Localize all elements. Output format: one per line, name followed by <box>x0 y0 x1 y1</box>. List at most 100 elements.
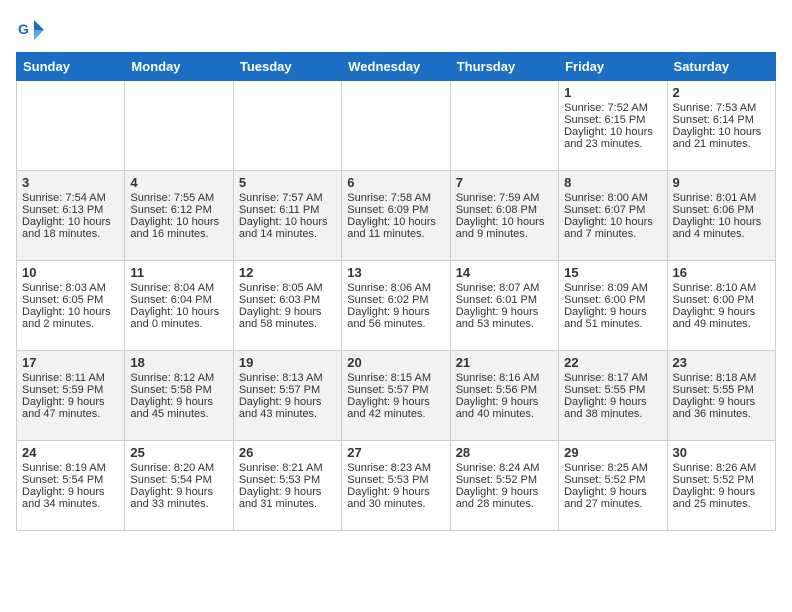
calendar-cell: 13Sunrise: 8:06 AMSunset: 6:02 PMDayligh… <box>342 261 450 351</box>
day-info: Daylight: 9 hours <box>564 306 661 318</box>
day-info: Sunrise: 8:15 AM <box>347 372 444 384</box>
day-number: 21 <box>456 355 553 370</box>
day-info: Daylight: 9 hours <box>564 486 661 498</box>
day-info: Daylight: 9 hours <box>239 306 336 318</box>
day-number: 27 <box>347 445 444 460</box>
day-info: and 31 minutes. <box>239 498 336 510</box>
day-info: and 27 minutes. <box>564 498 661 510</box>
day-info: Sunrise: 8:04 AM <box>130 282 227 294</box>
calendar-cell: 7Sunrise: 7:59 AMSunset: 6:08 PMDaylight… <box>450 171 558 261</box>
day-info: Sunrise: 7:53 AM <box>673 102 770 114</box>
calendar-cell: 20Sunrise: 8:15 AMSunset: 5:57 PMDayligh… <box>342 351 450 441</box>
day-info: Sunrise: 7:57 AM <box>239 192 336 204</box>
day-number: 17 <box>22 355 119 370</box>
day-info: Sunrise: 8:06 AM <box>347 282 444 294</box>
day-number: 23 <box>673 355 770 370</box>
day-info: Sunset: 5:57 PM <box>239 384 336 396</box>
day-info: Sunset: 6:08 PM <box>456 204 553 216</box>
calendar-cell: 23Sunrise: 8:18 AMSunset: 5:55 PMDayligh… <box>667 351 775 441</box>
day-info: and 36 minutes. <box>673 408 770 420</box>
day-number: 15 <box>564 265 661 280</box>
day-info: Sunrise: 7:54 AM <box>22 192 119 204</box>
day-info: Sunset: 6:09 PM <box>347 204 444 216</box>
day-info: Daylight: 9 hours <box>673 306 770 318</box>
day-number: 12 <box>239 265 336 280</box>
day-number: 19 <box>239 355 336 370</box>
calendar-table: SundayMondayTuesdayWednesdayThursdayFrid… <box>16 52 776 531</box>
day-info: and 45 minutes. <box>130 408 227 420</box>
day-info: and 42 minutes. <box>347 408 444 420</box>
calendar-cell: 29Sunrise: 8:25 AMSunset: 5:52 PMDayligh… <box>559 441 667 531</box>
day-info: Daylight: 9 hours <box>347 306 444 318</box>
header-thursday: Thursday <box>450 53 558 81</box>
page-header: G <box>16 16 776 44</box>
day-number: 1 <box>564 85 661 100</box>
day-info: Sunrise: 8:20 AM <box>130 462 227 474</box>
calendar-cell: 19Sunrise: 8:13 AMSunset: 5:57 PMDayligh… <box>233 351 341 441</box>
day-info: Sunset: 6:00 PM <box>564 294 661 306</box>
day-info: Sunrise: 7:52 AM <box>564 102 661 114</box>
calendar-week-row: 24Sunrise: 8:19 AMSunset: 5:54 PMDayligh… <box>17 441 776 531</box>
day-info: Sunrise: 8:01 AM <box>673 192 770 204</box>
calendar-cell: 25Sunrise: 8:20 AMSunset: 5:54 PMDayligh… <box>125 441 233 531</box>
day-info: Sunset: 5:52 PM <box>564 474 661 486</box>
day-info: Sunrise: 8:07 AM <box>456 282 553 294</box>
day-info: Daylight: 10 hours <box>239 216 336 228</box>
day-info: and 47 minutes. <box>22 408 119 420</box>
day-info: Sunset: 6:11 PM <box>239 204 336 216</box>
day-info: Sunrise: 8:13 AM <box>239 372 336 384</box>
calendar-cell: 1Sunrise: 7:52 AMSunset: 6:15 PMDaylight… <box>559 81 667 171</box>
day-info: Daylight: 9 hours <box>130 486 227 498</box>
day-info: Sunrise: 8:26 AM <box>673 462 770 474</box>
day-info: and 14 minutes. <box>239 228 336 240</box>
day-number: 30 <box>673 445 770 460</box>
day-info: Sunset: 5:52 PM <box>673 474 770 486</box>
day-info: Sunset: 6:01 PM <box>456 294 553 306</box>
day-info: Daylight: 10 hours <box>564 216 661 228</box>
day-info: Sunrise: 8:12 AM <box>130 372 227 384</box>
day-number: 24 <box>22 445 119 460</box>
day-info: and 49 minutes. <box>673 318 770 330</box>
day-info: Sunrise: 8:24 AM <box>456 462 553 474</box>
day-info: Daylight: 9 hours <box>347 396 444 408</box>
header-monday: Monday <box>125 53 233 81</box>
day-info: Sunrise: 7:58 AM <box>347 192 444 204</box>
calendar-cell <box>233 81 341 171</box>
day-info: Sunset: 5:59 PM <box>22 384 119 396</box>
day-info: Sunrise: 7:55 AM <box>130 192 227 204</box>
calendar-cell: 6Sunrise: 7:58 AMSunset: 6:09 PMDaylight… <box>342 171 450 261</box>
day-info: and 40 minutes. <box>456 408 553 420</box>
calendar-cell <box>450 81 558 171</box>
calendar-cell: 4Sunrise: 7:55 AMSunset: 6:12 PMDaylight… <box>125 171 233 261</box>
calendar-week-row: 10Sunrise: 8:03 AMSunset: 6:05 PMDayligh… <box>17 261 776 351</box>
calendar-cell: 8Sunrise: 8:00 AMSunset: 6:07 PMDaylight… <box>559 171 667 261</box>
day-info: Daylight: 9 hours <box>239 486 336 498</box>
header-tuesday: Tuesday <box>233 53 341 81</box>
day-info: and 11 minutes. <box>347 228 444 240</box>
day-number: 28 <box>456 445 553 460</box>
day-number: 14 <box>456 265 553 280</box>
day-info: Sunset: 6:06 PM <box>673 204 770 216</box>
day-info: Sunset: 5:53 PM <box>347 474 444 486</box>
day-info: Sunrise: 8:25 AM <box>564 462 661 474</box>
calendar-cell: 18Sunrise: 8:12 AMSunset: 5:58 PMDayligh… <box>125 351 233 441</box>
day-number: 26 <box>239 445 336 460</box>
calendar-cell: 27Sunrise: 8:23 AMSunset: 5:53 PMDayligh… <box>342 441 450 531</box>
day-info: Daylight: 10 hours <box>564 126 661 138</box>
day-info: Sunset: 6:00 PM <box>673 294 770 306</box>
day-number: 6 <box>347 175 444 190</box>
day-info: Sunrise: 8:11 AM <box>22 372 119 384</box>
calendar-cell: 24Sunrise: 8:19 AMSunset: 5:54 PMDayligh… <box>17 441 125 531</box>
day-info: and 23 minutes. <box>564 138 661 150</box>
calendar-cell <box>342 81 450 171</box>
day-info: Daylight: 9 hours <box>456 306 553 318</box>
day-info: Daylight: 10 hours <box>22 216 119 228</box>
calendar-cell: 17Sunrise: 8:11 AMSunset: 5:59 PMDayligh… <box>17 351 125 441</box>
day-info: Sunset: 6:05 PM <box>22 294 119 306</box>
day-info: Sunset: 5:54 PM <box>22 474 119 486</box>
day-info: Sunrise: 8:03 AM <box>22 282 119 294</box>
day-info: Sunrise: 8:21 AM <box>239 462 336 474</box>
calendar-week-row: 3Sunrise: 7:54 AMSunset: 6:13 PMDaylight… <box>17 171 776 261</box>
day-info: Sunrise: 7:59 AM <box>456 192 553 204</box>
day-number: 7 <box>456 175 553 190</box>
